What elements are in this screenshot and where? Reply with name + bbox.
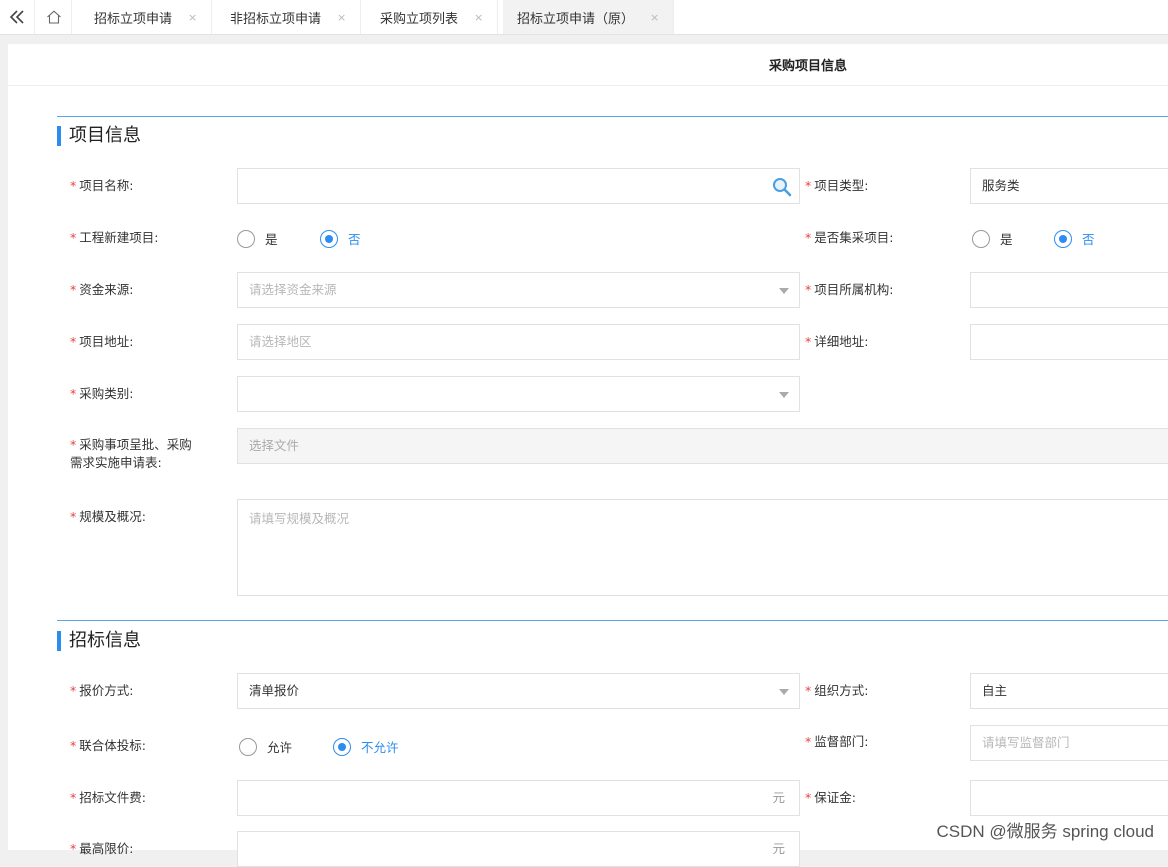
new-engineering-yes-radio[interactable]: 是: [237, 229, 278, 248]
project-name-input[interactable]: [237, 168, 800, 204]
consortium-label: * 联合体投标:: [70, 738, 146, 753]
section-title-project: 项目信息: [57, 126, 141, 146]
page-title: 采购项目信息: [8, 44, 1168, 86]
scale-label: * 规模及概况:: [70, 509, 146, 524]
centralized-no-radio[interactable]: 否: [1054, 229, 1095, 248]
doc-fee-label: * 招标文件费:: [70, 790, 146, 805]
tab-label: 招标立项申请（原）: [517, 11, 635, 27]
doc-fee-input[interactable]: 元: [237, 780, 800, 816]
project-name-label: * 项目名称:: [70, 178, 134, 193]
section-title-bidding: 招标信息: [57, 631, 141, 651]
consortium-allow-radio[interactable]: 允许: [239, 737, 292, 756]
max-price-label: * 最高限价:: [70, 841, 134, 856]
home-icon[interactable]: [37, 0, 72, 34]
fund-source-select[interactable]: 请选择资金来源: [237, 272, 800, 308]
address-label: * 项目地址:: [70, 334, 134, 349]
scale-textarea[interactable]: 请填写规模及概况: [237, 499, 1168, 596]
radio-circle: [333, 737, 351, 756]
new-engineering-label: * 工程新建项目:: [70, 230, 159, 245]
section-divider: [57, 116, 1168, 117]
radio-circle: [1054, 229, 1072, 248]
file-select-input[interactable]: 选择文件: [237, 428, 1168, 464]
close-icon[interactable]: ×: [474, 11, 483, 24]
centralized-yes-radio[interactable]: 是: [972, 229, 1013, 248]
deposit-input[interactable]: [970, 780, 1168, 816]
collapse-icon[interactable]: [0, 0, 35, 34]
section-divider: [57, 620, 1168, 621]
tab-bid-apply-original[interactable]: 招标立项申请（原） ×: [503, 0, 675, 34]
quote-method-select[interactable]: 清单报价: [237, 673, 800, 709]
form-panel: 采购项目信息 项目信息 * 项目名称: * 项目类型: 服务类 * 工程新建项目: 是…: [8, 44, 1168, 867]
tab-non-bid-apply[interactable]: 非招标立项申请 ×: [216, 0, 362, 34]
project-type-input[interactable]: 服务类: [970, 168, 1168, 204]
quote-method-label: * 报价方式:: [70, 683, 134, 698]
tab-purchase-list[interactable]: 采购立项列表 ×: [366, 0, 499, 34]
search-icon[interactable]: [771, 176, 793, 198]
address-select[interactable]: 请选择地区: [237, 324, 800, 360]
unit-label: 元: [772, 841, 785, 856]
purchase-category-label: * 采购类别:: [70, 386, 134, 401]
tab-label: 非招标立项申请: [230, 11, 322, 27]
tab-bid-apply[interactable]: 招标立项申请 ×: [80, 0, 213, 34]
detail-address-input[interactable]: [970, 324, 1168, 360]
max-price-input[interactable]: 元: [237, 831, 800, 867]
deposit-label: * 保证金:: [805, 790, 856, 805]
project-type-label: * 项目类型:: [805, 178, 869, 193]
chevron-down-icon: [779, 392, 789, 398]
chevron-down-icon: [779, 288, 789, 294]
radio-circle: [239, 737, 257, 756]
purchase-category-select[interactable]: [237, 376, 800, 412]
new-engineering-no-radio[interactable]: 否: [320, 229, 361, 248]
radio-circle: [320, 229, 338, 248]
close-icon[interactable]: ×: [337, 11, 346, 24]
unit-label: 元: [772, 790, 785, 805]
radio-circle: [972, 229, 990, 248]
supervisor-label: * 监督部门:: [805, 734, 869, 749]
centralized-label: * 是否集采项目:: [805, 230, 894, 245]
tab-label: 招标立项申请: [94, 11, 173, 27]
org-method-input[interactable]: 自主: [970, 673, 1168, 709]
watermark: CSDN @微服务 spring cloud: [936, 822, 1154, 841]
close-icon[interactable]: ×: [650, 11, 659, 24]
consortium-disallow-radio[interactable]: 不允许: [333, 737, 399, 756]
radio-circle: [237, 229, 255, 248]
close-icon[interactable]: ×: [188, 11, 197, 24]
tab-label: 采购立项列表: [380, 11, 459, 27]
fund-source-label: * 资金来源:: [70, 282, 134, 297]
approval-file-label: * 采购事项呈批、采购 需求实施申请表:: [70, 437, 192, 470]
chevron-down-icon: [779, 689, 789, 695]
tab-bar: 招标立项申请 × 非招标立项申请 × 采购立项列表 × 招标立项申请（原） ×: [0, 0, 1168, 35]
org-label: * 项目所属机构:: [805, 282, 894, 297]
supervisor-input[interactable]: 请填写监督部门: [970, 725, 1168, 761]
detail-address-label: * 详细地址:: [805, 334, 869, 349]
org-input[interactable]: [970, 272, 1168, 308]
org-method-label: * 组织方式:: [805, 683, 869, 698]
